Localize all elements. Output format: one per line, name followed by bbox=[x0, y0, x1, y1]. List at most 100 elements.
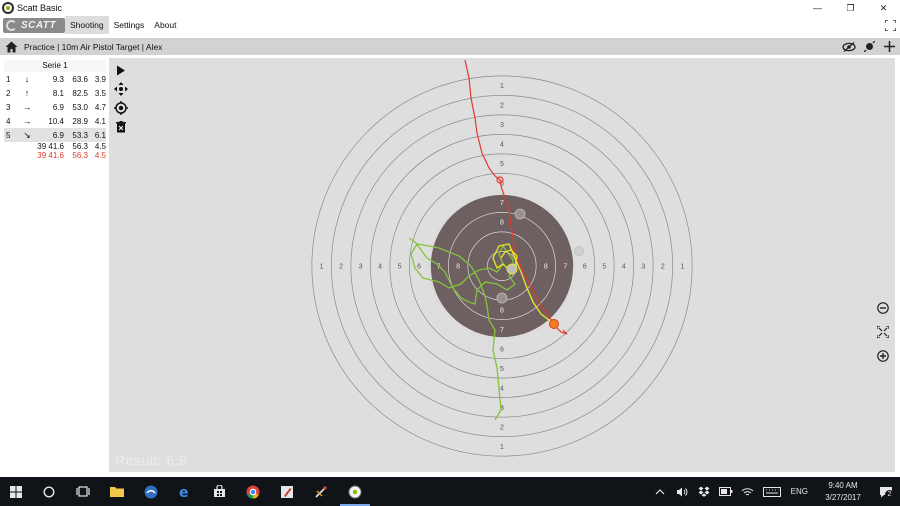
series-table: Serie 1 1 ↓ 9.3 63.6 3.9 2 ↑ 8.1 82.5 3.… bbox=[4, 60, 106, 165]
summary-time: 56.3 bbox=[72, 151, 88, 160]
ring-number-label: 7 bbox=[500, 200, 504, 207]
wifi-icon[interactable] bbox=[737, 477, 759, 506]
chrome-icon[interactable] bbox=[236, 477, 270, 506]
language-indicator[interactable]: ENG bbox=[785, 487, 814, 496]
shot-hole-2 bbox=[496, 292, 508, 304]
minimize-button[interactable]: — bbox=[801, 0, 834, 16]
target-view[interactable]: 11112222333344445555666677778888 Result:… bbox=[109, 58, 895, 472]
shot-number: 2 bbox=[6, 88, 11, 98]
add-icon[interactable] bbox=[882, 40, 896, 54]
ring-number-label: 3 bbox=[641, 264, 645, 271]
pen-app-icon[interactable] bbox=[270, 477, 304, 506]
ring-number-label: 2 bbox=[500, 103, 504, 110]
center-target-icon[interactable] bbox=[114, 101, 128, 115]
shot-time: 53.0 bbox=[72, 102, 88, 112]
fullscreen-icon[interactable] bbox=[884, 19, 896, 31]
ring-number-label: 1 bbox=[500, 444, 504, 451]
ring-number-label: 6 bbox=[583, 264, 587, 271]
taskbar-clock[interactable]: 9:40 AM 3/27/2017 bbox=[814, 480, 872, 504]
shot-time: 63.6 bbox=[72, 74, 88, 84]
ring-number-label: 5 bbox=[500, 161, 504, 168]
menu-about[interactable]: About bbox=[149, 16, 181, 34]
task-view-icon[interactable] bbox=[66, 477, 100, 506]
shot-hole-1 bbox=[514, 208, 526, 220]
scatt-app-icon bbox=[2, 2, 14, 14]
breadcrumb: Practice | 10m Air Pistol Target | Alex bbox=[24, 41, 163, 52]
ring-number-label: 1 bbox=[500, 83, 504, 90]
fit-view-icon[interactable] bbox=[876, 325, 890, 343]
hide-eye-icon[interactable] bbox=[842, 40, 856, 54]
cortana-search-icon[interactable] bbox=[32, 477, 66, 506]
edge-browser-icon[interactable]: e bbox=[168, 477, 202, 506]
shot-direction-icon: ↓ bbox=[24, 74, 30, 84]
ring-number-label: 5 bbox=[398, 264, 402, 271]
store-icon[interactable] bbox=[202, 477, 236, 506]
table-row[interactable]: 1 ↓ 9.3 63.6 3.9 bbox=[4, 72, 106, 86]
dropbox-icon[interactable] bbox=[693, 477, 715, 506]
system-tray: ENG 9:40 AM 3/27/2017 2 bbox=[649, 477, 900, 506]
ring-number-label: 5 bbox=[500, 366, 504, 373]
ring-number-label: 2 bbox=[500, 424, 504, 431]
result-text: Result: 6.9 bbox=[115, 452, 188, 468]
close-button[interactable]: ✕ bbox=[867, 0, 900, 16]
file-explorer-icon[interactable] bbox=[100, 477, 134, 506]
outlook-icon[interactable] bbox=[134, 477, 168, 506]
side-toolbar bbox=[114, 63, 130, 134]
scatt-app-window: Scatt Basic — ❐ ✕ SCATT Shooting Setting… bbox=[0, 0, 900, 506]
shot-score: 6.9 bbox=[52, 102, 64, 112]
shot-time: 28.9 bbox=[72, 116, 88, 126]
keyboard-icon[interactable] bbox=[759, 477, 785, 506]
shot-number: 3 bbox=[6, 102, 11, 112]
shot-distance: 4.1 bbox=[94, 116, 106, 126]
home-icon[interactable] bbox=[4, 40, 18, 54]
ring-number-label: 8 bbox=[500, 220, 504, 227]
summary-score: 39 41.6 bbox=[37, 151, 64, 160]
shot-number: 4 bbox=[6, 116, 11, 126]
shot-direction-icon: ↑ bbox=[24, 88, 30, 98]
delete-icon[interactable] bbox=[114, 120, 128, 134]
start-button[interactable] bbox=[0, 477, 32, 506]
drawing-app-icon[interactable] bbox=[304, 477, 338, 506]
battery-icon[interactable] bbox=[715, 477, 737, 506]
zoom-tools bbox=[876, 301, 890, 367]
maximize-button[interactable]: ❐ bbox=[834, 0, 867, 16]
volume-icon[interactable] bbox=[671, 477, 693, 506]
menu-shooting[interactable]: Shooting bbox=[65, 16, 109, 34]
shot-hole-yellow bbox=[506, 263, 518, 275]
shot-score: 9.3 bbox=[52, 74, 64, 84]
logo-swirl-icon bbox=[6, 19, 17, 31]
shot-direction-icon: → bbox=[22, 102, 32, 112]
summary-distance: 4.5 bbox=[94, 151, 106, 160]
move-icon[interactable] bbox=[114, 82, 128, 96]
table-row[interactable]: 2 ↑ 8.1 82.5 3.5 bbox=[4, 86, 106, 100]
svg-text:e: e bbox=[179, 485, 189, 499]
shot-score: 6.9 bbox=[52, 130, 64, 140]
shot-distance: 3.9 bbox=[94, 74, 106, 84]
target-drawing: 111 1222 2333 3444 4555 5666 6777 7888 8 bbox=[311, 59, 693, 457]
shot-distance: 6.1 bbox=[94, 130, 106, 140]
scatt-taskbar-icon[interactable] bbox=[338, 477, 372, 506]
notification-center-icon[interactable]: 2 bbox=[872, 477, 900, 506]
shot-time: 53.3 bbox=[72, 130, 88, 140]
windows-taskbar: e ENG 9:40 AM 3/27/2017 2 bbox=[0, 477, 900, 506]
table-row-selected[interactable]: 5 ↘ 6.9 53.3 6.1 bbox=[4, 128, 106, 142]
play-icon[interactable] bbox=[114, 63, 128, 77]
ring-number-label: 1 bbox=[680, 264, 684, 271]
window-title: Scatt Basic bbox=[17, 3, 63, 13]
zoom-out-icon[interactable] bbox=[877, 301, 889, 319]
series-header: Serie 1 bbox=[4, 60, 106, 72]
breadcrumb-bar: Practice | 10m Air Pistol Target | Alex bbox=[0, 38, 900, 55]
menu-settings[interactable]: Settings bbox=[109, 16, 150, 34]
ring-number-label: 2 bbox=[339, 264, 343, 271]
calibrate-icon[interactable] bbox=[862, 40, 876, 54]
table-row[interactable]: 4 → 10.4 28.9 4.1 bbox=[4, 114, 106, 128]
notification-count: 2 bbox=[885, 490, 894, 499]
table-row[interactable]: 3 → 6.9 53.0 4.7 bbox=[4, 100, 106, 114]
shot-score: 10.4 bbox=[48, 116, 64, 126]
chevron-up-icon[interactable] bbox=[649, 477, 671, 506]
shot-direction-icon: ↘ bbox=[23, 129, 31, 140]
shot-number: 5 bbox=[6, 130, 11, 140]
logo-text: SCATT bbox=[21, 19, 57, 31]
zoom-in-icon[interactable] bbox=[877, 349, 889, 367]
shot-score: 8.1 bbox=[52, 88, 64, 98]
